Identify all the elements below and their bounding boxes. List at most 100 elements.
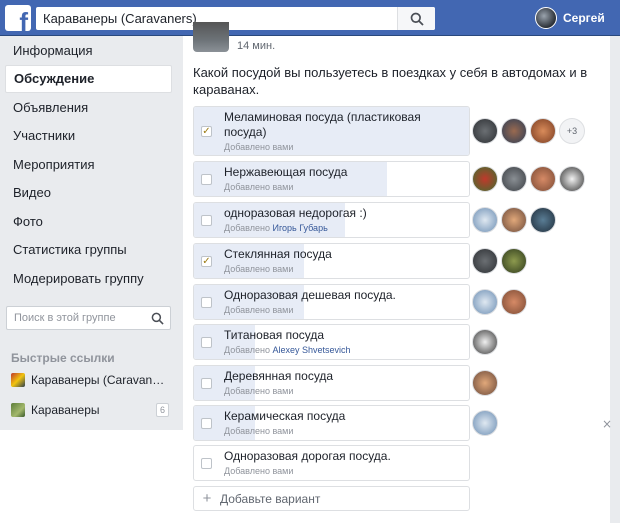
sidebar-item-discussion[interactable]: Обсуждение xyxy=(5,64,172,93)
global-search xyxy=(36,7,435,30)
sidebar-item-video[interactable]: Видео xyxy=(0,179,180,208)
option-added-by: Добавлено вами xyxy=(224,182,294,192)
voter-avatar[interactable] xyxy=(472,248,498,274)
option-added-by: Добавлено вами xyxy=(224,386,294,396)
option-label: Нержавеющая посуда xyxy=(224,165,348,179)
unread-count-badge: 6 xyxy=(155,403,169,417)
poll-option[interactable]: Одноразовая дорогая посуда. Добавлено ва… xyxy=(193,445,470,481)
option-checkbox[interactable] xyxy=(201,297,212,308)
close-icon[interactable]: × xyxy=(602,417,612,431)
voter-avatar[interactable] xyxy=(472,166,498,192)
voters-list xyxy=(472,202,559,238)
sidebar-item-events[interactable]: Мероприятия xyxy=(0,150,180,179)
poll-option[interactable]: Одноразовая дешевая посуда. Добавлено ва… xyxy=(193,284,470,320)
option-added-by: Добавлено вами xyxy=(224,264,294,274)
voter-avatar[interactable] xyxy=(472,118,498,144)
poll-option[interactable]: Деревянная посуда Добавлено вами xyxy=(193,365,470,401)
sidebar-item-insights[interactable]: Статистика группы xyxy=(0,236,180,265)
voter-avatar[interactable] xyxy=(501,207,527,233)
voter-avatar[interactable] xyxy=(472,370,498,396)
option-label: Одноразовая дорогая посуда. xyxy=(224,449,391,463)
more-voters-badge[interactable]: +3 xyxy=(559,118,585,144)
voters-list xyxy=(472,284,530,320)
option-label: Одноразовая дешевая посуда. xyxy=(224,288,396,302)
quick-link-caravaners[interactable]: Караванеры 6 xyxy=(11,400,169,420)
option-checkbox[interactable] xyxy=(201,215,212,226)
option-added-by: Добавлено xyxy=(224,223,270,233)
sidebar-blank-area xyxy=(0,430,183,523)
voter-avatar[interactable] xyxy=(472,289,498,315)
poll-option[interactable]: Нержавеющая посуда Добавлено вами xyxy=(193,161,470,197)
option-label: Меламиновая посуда (пластиковая посуда) xyxy=(224,110,421,139)
voter-avatar[interactable] xyxy=(501,118,527,144)
option-label: Стеклянная посуда xyxy=(224,247,332,261)
author-link[interactable]: Alexey Shvetsevich xyxy=(272,345,350,355)
poll-question: Какой посудой вы пользуетесь в поездках … xyxy=(193,65,588,97)
group-sidebar: Информация Обсуждение Объявления Участни… xyxy=(0,36,180,417)
avatar xyxy=(535,7,557,29)
poll-option[interactable]: Керамическая посуда Добавлено вами xyxy=(193,405,470,441)
voter-avatar[interactable] xyxy=(501,166,527,192)
poll-post: 14 мин. Какой посудой вы пользуетесь в п… xyxy=(183,22,610,523)
post-timestamp[interactable]: 14 мин. xyxy=(237,40,275,52)
option-label: Титановая посуда xyxy=(224,328,325,342)
voter-avatar[interactable] xyxy=(472,207,498,233)
author-link[interactable]: Игорь Губарь xyxy=(272,223,327,233)
poll-option[interactable]: одноразовая недорогая :) Добавлено Игорь… xyxy=(193,202,470,238)
option-checkbox[interactable] xyxy=(201,458,212,469)
voter-avatar[interactable] xyxy=(501,289,527,315)
voter-avatar[interactable] xyxy=(530,166,556,192)
voter-avatar[interactable] xyxy=(472,329,498,355)
option-added-by: Добавлено вами xyxy=(224,305,294,315)
voters-list xyxy=(472,324,501,360)
top-bar: f Сергей xyxy=(0,0,620,36)
voter-avatar[interactable] xyxy=(530,207,556,233)
option-checkbox[interactable] xyxy=(201,126,212,137)
option-label: одноразовая недорогая :) xyxy=(224,206,367,220)
quick-links-title: Быстрые ссылки xyxy=(11,351,115,365)
option-checkbox[interactable] xyxy=(201,174,212,185)
user-profile-link[interactable]: Сергей xyxy=(535,7,605,29)
search-icon[interactable] xyxy=(144,312,170,325)
voter-avatar[interactable] xyxy=(559,166,585,192)
option-added-by: Добавлено вами xyxy=(224,142,294,152)
option-checkbox[interactable] xyxy=(201,418,212,429)
sidebar-item-info[interactable]: Информация xyxy=(0,36,180,65)
facebook-logo-icon[interactable]: f xyxy=(5,5,31,31)
add-option-placeholder: Добавьте вариант xyxy=(220,491,321,506)
option-checkbox[interactable] xyxy=(201,337,212,348)
voters-list: +3 xyxy=(472,113,585,149)
option-label: Деревянная посуда xyxy=(224,369,334,383)
voters-list xyxy=(472,405,501,441)
option-label: Керамическая посуда xyxy=(224,409,346,423)
sidebar-item-announcements[interactable]: Объявления xyxy=(0,93,180,122)
voters-list xyxy=(472,365,501,401)
option-added-by: Добавлено вами xyxy=(224,426,294,436)
user-name: Сергей xyxy=(563,11,605,25)
voter-avatar[interactable] xyxy=(501,248,527,274)
group-thumbnail-icon xyxy=(11,373,25,387)
poll-option[interactable]: Меламиновая посуда (пластиковая посуда) … xyxy=(193,106,470,156)
search-icon xyxy=(410,12,424,26)
sidebar-item-moderate[interactable]: Модерировать группу xyxy=(0,264,180,293)
voter-avatar[interactable] xyxy=(530,118,556,144)
author-avatar[interactable] xyxy=(193,22,229,52)
option-added-by: Добавлено вами xyxy=(224,466,294,476)
voters-list xyxy=(472,243,530,279)
sidebar-item-members[interactable]: Участники xyxy=(0,122,180,151)
sidebar-item-photos[interactable]: Фото xyxy=(0,207,180,236)
option-checkbox[interactable] xyxy=(201,378,212,389)
poll-option[interactable]: Титановая посуда Добавлено Alexey Shvets… xyxy=(193,324,470,360)
search-button[interactable] xyxy=(397,7,435,30)
group-search xyxy=(6,306,171,330)
poll-option[interactable]: Стеклянная посуда Добавлено вами xyxy=(193,243,470,279)
option-checkbox[interactable] xyxy=(201,256,212,267)
voters-list xyxy=(472,161,588,197)
option-added-by: Добавлено xyxy=(224,345,270,355)
quick-link-caravaners-intl[interactable]: Караванеры (Caravaners) xyxy=(11,370,169,390)
group-search-input[interactable] xyxy=(7,312,144,324)
voter-avatar[interactable] xyxy=(472,410,498,436)
plus-icon: + xyxy=(202,490,212,507)
group-thumbnail-icon xyxy=(11,403,25,417)
add-option-input[interactable]: + Добавьте вариант xyxy=(193,486,470,511)
